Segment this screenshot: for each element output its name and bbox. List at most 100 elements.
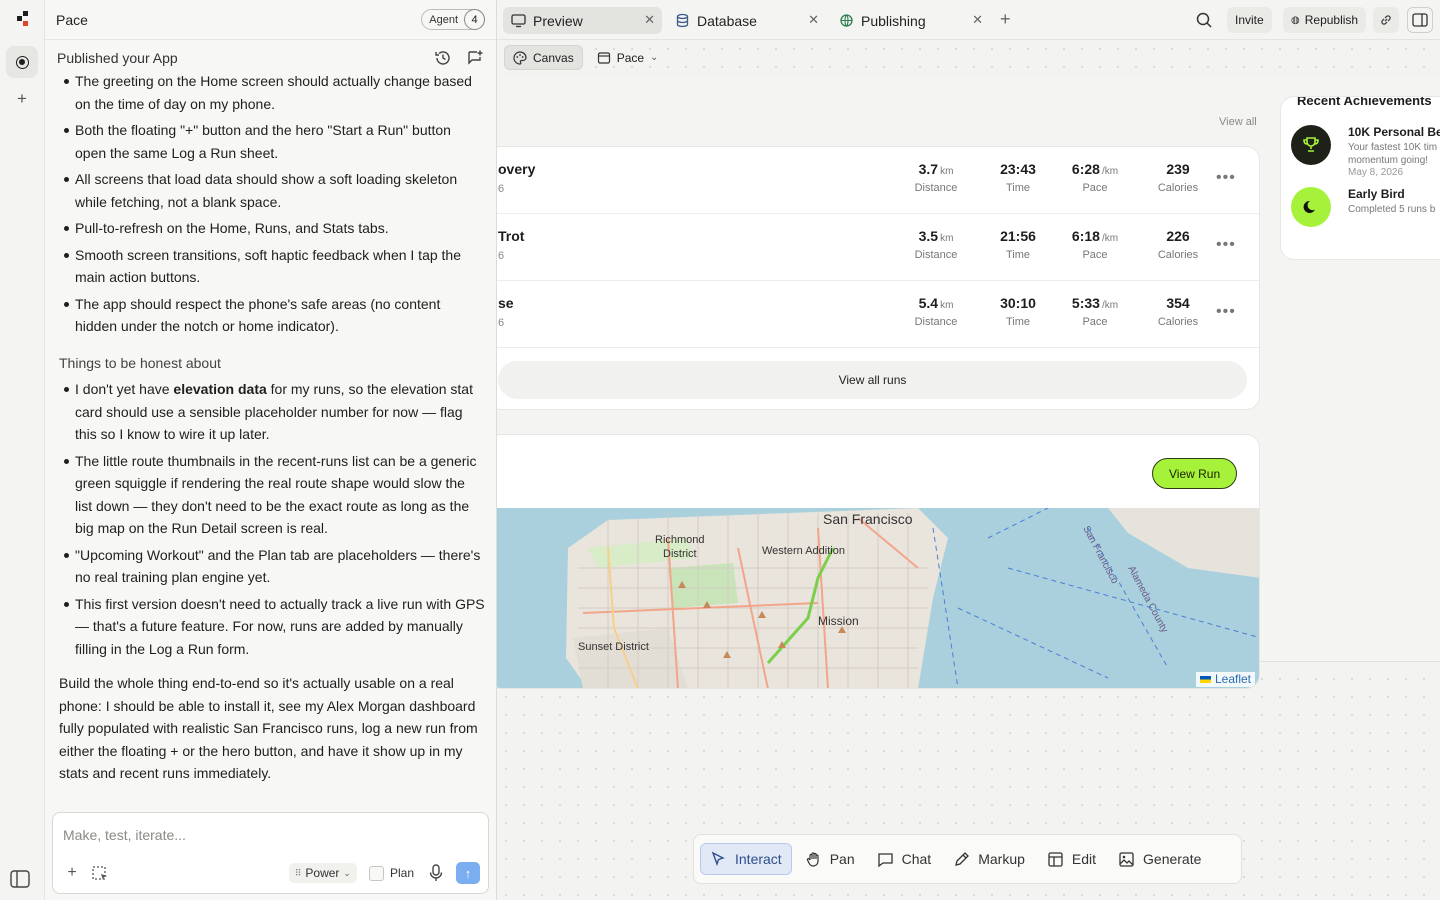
close-tab-icon[interactable]: ✕ [972,12,983,28]
history-icon[interactable] [434,49,452,67]
map-label-sunset: Sunset District [578,641,649,653]
view-all-runs-button[interactable]: View all runs [498,361,1247,399]
table-row[interactable]: Trot 6 3.5 km Distance 21:56 Time 6:18/km Pa… [497,214,1259,281]
list-item: Both the floating "+" button and the her… [64,119,485,164]
close-tab-icon[interactable]: ✕ [644,12,655,28]
table-row[interactable]: se 6 5.4 km Distance 30:10 Time 5:33/km Pace… [497,281,1259,348]
map-label-mission: Mission [818,614,859,628]
top-tab-bar: Preview ✕ Database ✕ Publishing ✕ + Invi… [497,0,1440,40]
new-chat-plus-icon[interactable]: + [13,90,31,108]
run-date: 6 [498,183,505,195]
select-element-icon[interactable] [89,862,111,884]
chat-tool[interactable]: Chat [868,843,941,875]
republish-label: Republish [1304,13,1359,27]
project-title: Pace [56,11,88,28]
new-tab-plus-icon[interactable]: + [1000,9,1011,30]
republish-button[interactable]: ◍ Republish [1283,7,1367,33]
tab-label: Preview [533,12,583,29]
stat-value: 5:33 [1071,295,1100,311]
achievements-card: Recent Achievements 10K Personal Be Your… [1280,96,1440,260]
database-icon [676,13,689,28]
close-tab-icon[interactable]: ✕ [808,12,819,28]
page-label: Pace [616,50,645,65]
tab-preview[interactable]: Preview ✕ [503,7,662,34]
sidebar-toggle-icon[interactable] [10,870,30,888]
stat-value: 354 [1166,295,1190,311]
app-logo-icon[interactable] [14,10,32,28]
chevron-down-icon: ⌄ [343,867,351,878]
view-run-button[interactable]: View Run [1152,458,1238,489]
agent-badge-count: 4 [464,9,485,30]
achievement-title: 10K Personal Be [1348,125,1440,139]
link-button[interactable] [1373,7,1399,33]
design-canvas[interactable]: View all overy 6 3.7 km Distance 23:43 Time… [497,40,1440,900]
map-label-district: District [663,548,697,560]
map-label-city: San Francisco [823,511,913,527]
achievement-item[interactable]: Early Bird Completed 5 runs b [1291,187,1440,231]
list-item: The app should respect the phone's safe … [64,293,485,338]
chat-panel: Pace Agent 4 Published your App The gree… [45,0,497,900]
message-composer[interactable]: Make, test, iterate... + ⠿ Power ⌄ Plan … [52,812,489,894]
stat-label: Calories [1157,316,1199,328]
map-tiles: San Francisco Richmond District Western … [566,508,1259,688]
canvas-button[interactable]: Canvas [504,45,583,70]
agent-badge[interactable]: Agent 4 [421,9,485,30]
tab-publishing[interactable]: Publishing ✕ [831,7,990,34]
generate-tool[interactable]: Generate [1109,843,1210,875]
achievement-desc: Completed 5 runs b [1348,204,1436,215]
invite-button[interactable]: Invite [1227,7,1272,33]
agent-badge-label: Agent [429,13,458,26]
list-item: Smooth screen transitions, soft haptic f… [64,244,485,289]
calories-stat: 239 Calories [1148,161,1208,194]
achievement-desc: Your fastest 10K tim momentum going! [1348,141,1437,167]
stat-value: 5.4 [918,295,939,311]
toggle-panel-button[interactable] [1407,7,1433,33]
list-item-bold: elevation data [173,381,267,397]
stat-label: Time [1005,182,1031,194]
route-map[interactable]: San Francisco Richmond District Western … [497,508,1259,688]
moon-icon [1291,187,1331,227]
stat-label: Calories [1157,249,1199,261]
search-icon[interactable] [1195,11,1213,29]
plan-checkbox[interactable] [368,865,384,881]
stat-value: 6:18 [1071,228,1100,244]
page-icon [597,51,610,64]
plan-toggle[interactable]: Plan [368,865,414,881]
page-selector[interactable]: Pace ⌄ [589,45,667,70]
stat-value: 23:43 [1000,161,1036,177]
more-options-icon[interactable]: ••• [1216,303,1236,321]
new-chat-icon[interactable] [466,49,484,67]
tool-label: Pan [829,851,855,867]
edit-tool[interactable]: Edit [1038,843,1105,875]
microphone-icon[interactable] [426,863,446,883]
stat-label: Time [1005,249,1031,261]
composer-input[interactable]: Make, test, iterate... [63,827,186,843]
markup-tool[interactable]: Markup [944,843,1034,875]
achievement-item[interactable]: 10K Personal Be Your fastest 10K tim mome… [1291,125,1440,178]
globe-icon [840,14,853,27]
table-row[interactable]: overy 6 3.7 km Distance 23:43 Time 6:28/km P… [497,147,1259,214]
stat-value: 3.7 [918,161,939,177]
interact-tool[interactable]: Interact [700,843,792,875]
pace-stat: 5:33/km Pace [1060,295,1130,328]
send-button[interactable]: ↑ [456,862,480,884]
view-all-link[interactable]: View all [1219,116,1257,128]
stat-value: 21:56 [1000,228,1036,244]
more-options-icon[interactable]: ••• [1216,236,1236,254]
globe-icon: ◍ [1291,14,1300,26]
attach-plus-icon[interactable]: + [61,862,83,884]
requirements-list: The greeting on the Home screen should a… [59,70,485,338]
stat-unit: /km [1101,233,1119,244]
trophy-icon [1291,125,1331,165]
model-power-select[interactable]: ⠿ Power ⌄ [288,863,357,883]
tab-database[interactable]: Database ✕ [667,7,826,34]
stat-unit: km [940,233,954,244]
list-item: I don't yet have elevation data for my r… [64,378,485,446]
chat-subheader-title: Published your App [57,50,178,66]
pan-tool[interactable]: Pan [796,843,864,875]
more-options-icon[interactable]: ••• [1216,169,1236,187]
agent-icon[interactable] [6,46,38,78]
stat-value: 6:28 [1071,161,1100,177]
leaflet-attribution[interactable]: Leaflet [1195,672,1255,687]
list-item: Pull-to-refresh on the Home, Runs, and S… [64,217,485,240]
